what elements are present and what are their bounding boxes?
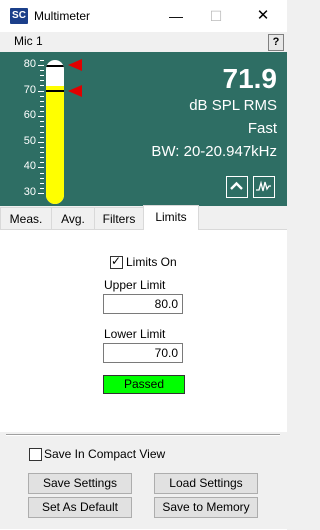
tab-bar: Meas. Avg. Filters Limits	[0, 205, 287, 230]
meter-value: 71.9	[222, 63, 278, 94]
upper-limit-line	[46, 65, 64, 67]
scale-tick-label: 60	[23, 109, 36, 122]
level-bar-fill	[46, 85, 64, 204]
scale-tick	[40, 183, 44, 184]
scale-tick	[40, 137, 44, 138]
scale-tick	[38, 116, 44, 117]
upper-limit-input[interactable]: 80.0	[103, 294, 183, 314]
lower-limit-label: Lower Limit	[104, 327, 166, 341]
scale-tick	[40, 188, 44, 189]
scale-tick	[38, 193, 44, 194]
mic-row: Mic 1 ?	[0, 32, 287, 52]
scale-tick-label: 50	[23, 134, 36, 147]
scale-tick	[40, 147, 44, 148]
scale-tick	[40, 126, 44, 127]
meter-scale: 80 70 60 50 40 30	[0, 52, 44, 206]
meter-response: Fast	[247, 120, 277, 137]
scale-tick	[40, 85, 44, 86]
save-settings-button[interactable]: Save Settings	[28, 473, 132, 494]
scale-tick	[40, 111, 44, 112]
meter-bandwidth: BW: 20-20.947kHz	[151, 143, 277, 160]
scale-tick	[38, 167, 44, 168]
scale-tick-label: 40	[23, 160, 36, 173]
scale-tick-label: 70	[23, 83, 36, 96]
upper-limit-label: Upper Limit	[104, 278, 166, 292]
limits-on-checkbox[interactable]: ✓	[110, 254, 123, 269]
meter-unit: dB SPL RMS	[189, 97, 277, 114]
scale-tick	[38, 142, 44, 143]
scale-tick	[40, 96, 44, 97]
lower-limit-input[interactable]: 70.0	[103, 343, 183, 363]
scale-tick	[40, 80, 44, 81]
level-bar	[46, 60, 64, 204]
maximize-button[interactable]: ☐	[201, 5, 231, 27]
scale-tick	[40, 121, 44, 122]
tab-limits[interactable]: Limits	[143, 205, 199, 230]
lower-limit-marker-icon	[68, 84, 82, 97]
mic-label: Mic 1	[14, 34, 43, 48]
meter-panel: 80 70 60 50 40 30 71.9 dB SPL RMS Fast BW: 20…	[0, 52, 287, 206]
scale-tick-label: 80	[23, 58, 36, 70]
scale-tick	[40, 75, 44, 76]
close-button[interactable]: ✕	[248, 5, 278, 27]
scale-tick	[40, 132, 44, 133]
tab-filters[interactable]: Filters	[94, 207, 144, 229]
scale-tick	[40, 152, 44, 153]
scale-tick	[40, 70, 44, 71]
scale-tick	[40, 106, 44, 107]
limits-on-label: Limits On	[126, 255, 177, 269]
check-icon: ✓	[111, 254, 122, 268]
tab-meas[interactable]: Meas.	[0, 207, 52, 229]
help-button[interactable]: ?	[268, 34, 284, 51]
scale-tick	[40, 157, 44, 158]
divider	[6, 434, 280, 436]
set-default-button[interactable]: Set As Default	[28, 497, 132, 518]
lower-limit-line	[46, 89, 64, 92]
chevron-up-icon[interactable]	[226, 176, 248, 198]
footer-panel: Save In Compact View Save Settings Load …	[0, 432, 287, 529]
scale-tick	[40, 173, 44, 174]
minimize-button[interactable]: —	[161, 5, 191, 27]
load-settings-button[interactable]: Load Settings	[154, 473, 258, 494]
compact-view-label: Save In Compact View	[44, 447, 166, 461]
scale-tick-label: 30	[23, 186, 36, 198]
save-to-memory-button[interactable]: Save to Memory	[154, 497, 258, 518]
scale-tick	[40, 178, 44, 179]
app-icon: SC	[10, 8, 28, 24]
waveform-icon[interactable]	[253, 176, 275, 198]
limit-status-badge: Passed	[103, 375, 185, 394]
scale-tick	[40, 162, 44, 163]
scale-tick	[40, 60, 44, 61]
upper-limit-marker-icon	[68, 59, 82, 71]
scale-tick	[38, 91, 44, 92]
compact-view-checkbox[interactable]	[29, 448, 42, 461]
window-title: Multimeter	[34, 9, 91, 23]
scale-tick	[38, 65, 44, 66]
title-bar: SC Multimeter — ☐ ✕	[0, 0, 287, 32]
tab-avg[interactable]: Avg.	[51, 207, 95, 229]
scale-tick	[40, 101, 44, 102]
